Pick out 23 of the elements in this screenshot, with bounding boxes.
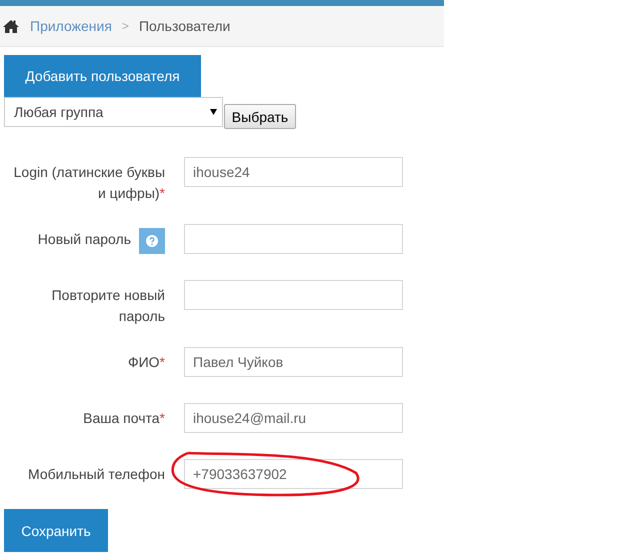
home-icon[interactable]	[2, 18, 20, 34]
field-label: Повторите новый пароль	[50, 286, 165, 326]
input-field[interactable]: Павел Чуйков	[184, 347, 403, 377]
breadcrumb-link[interactable]: Приложения	[30, 18, 112, 34]
help-button[interactable]	[139, 228, 165, 254]
dropdown-arrow-icon	[210, 109, 217, 115]
breadcrumb-separator: >	[122, 19, 129, 33]
input-field[interactable]: ihouse24@mail.ru	[184, 403, 403, 433]
field-label: ФИО*	[128, 353, 165, 372]
input-field[interactable]	[184, 224, 403, 254]
select-button[interactable]: Выбрать	[224, 104, 296, 129]
field-label: Мобильный телефон	[28, 465, 165, 484]
group-select[interactable]: Любая группа	[4, 97, 223, 127]
add-user-button[interactable]: Добавить пользователя	[4, 55, 201, 97]
field-label: Ваша почта*	[83, 409, 165, 428]
field-label: Login (латинские буквы и цифры)*	[12, 163, 165, 203]
breadcrumb-current: Пользователи	[138, 18, 230, 34]
input-field[interactable]: ihouse24	[184, 157, 403, 187]
input-field[interactable]: +79033637902	[184, 459, 403, 489]
question-icon	[146, 235, 158, 247]
field-label: Новый пароль	[38, 230, 131, 249]
save-button[interactable]: Сохранить	[4, 509, 108, 552]
input-field[interactable]	[184, 280, 403, 310]
